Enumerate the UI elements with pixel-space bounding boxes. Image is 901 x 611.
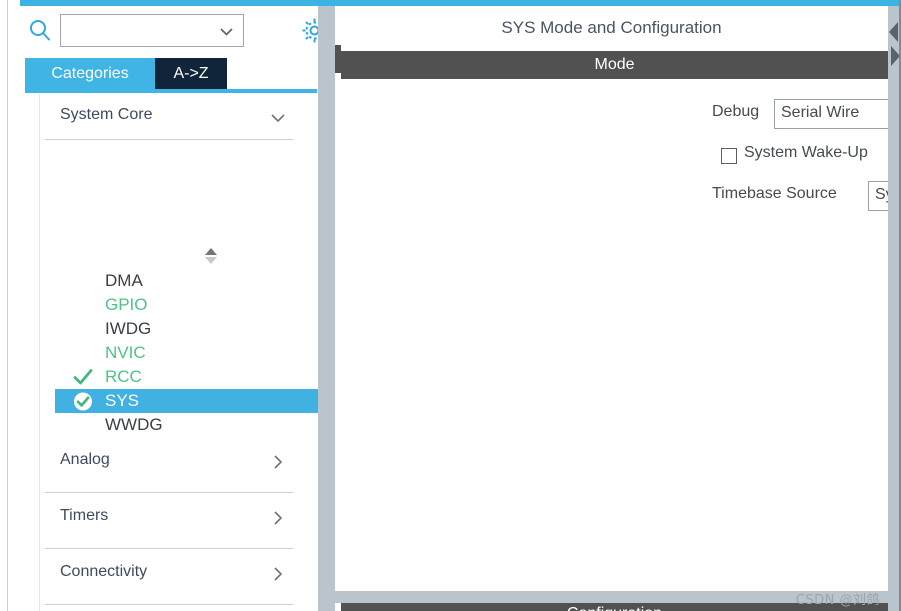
chevron-right-icon[interactable] bbox=[269, 565, 287, 583]
tree-group-label: Analog bbox=[60, 451, 110, 468]
timebase-source-select[interactable]: SysTick bbox=[868, 181, 888, 211]
tab-a-to-z[interactable]: A->Z bbox=[155, 58, 227, 89]
gear-icon[interactable] bbox=[301, 17, 318, 44]
tree-group-system-core[interactable]: System Core bbox=[40, 94, 318, 140]
tree-item-nvic[interactable]: NVIC bbox=[55, 341, 318, 365]
tree-group-label: Connectivity bbox=[60, 563, 148, 580]
tree-view-tabs: Categories A->Z bbox=[9, 58, 318, 93]
mode-section-header-left-cap bbox=[335, 45, 341, 73]
tree-item-sys[interactable]: SYS bbox=[55, 389, 318, 413]
component-tree-panel: Categories A->Z System Core DMA GPIO IWD… bbox=[9, 6, 318, 611]
tree-item-wwdg[interactable]: WWDG bbox=[55, 413, 318, 437]
tree-scroll-nub[interactable] bbox=[202, 246, 220, 266]
chevron-down-icon[interactable] bbox=[269, 109, 287, 127]
tab-categories[interactable]: Categories bbox=[25, 58, 155, 89]
search-row bbox=[9, 8, 318, 52]
tree-group-timers[interactable]: Timers bbox=[40, 493, 318, 549]
tab-active-underline bbox=[25, 89, 317, 93]
tree-item-dma[interactable]: DMA bbox=[55, 269, 318, 293]
search-combobox[interactable] bbox=[60, 14, 244, 47]
tree-item-label: SYS bbox=[105, 391, 140, 410]
tree-item-label: DMA bbox=[105, 271, 143, 290]
tree-item-rcc[interactable]: RCC bbox=[55, 365, 318, 389]
mode-section-header: Mode bbox=[341, 51, 888, 79]
check-icon bbox=[73, 368, 93, 387]
debug-label: Debug bbox=[712, 103, 760, 120]
divider bbox=[45, 604, 293, 605]
divider bbox=[45, 139, 293, 140]
timebase-source-value: SysTick bbox=[875, 186, 888, 203]
tree-item-label: IWDG bbox=[105, 319, 152, 338]
tree-group-label: System Core bbox=[60, 106, 153, 123]
configuration-panel: SYS Mode and Configuration Mode Debug Se… bbox=[335, 6, 888, 611]
window-left-gutter bbox=[0, 0, 8, 611]
tree-item-label: WWDG bbox=[105, 415, 163, 434]
page-title: SYS Mode and Configuration bbox=[335, 6, 888, 50]
check-circle-icon bbox=[73, 392, 93, 411]
search-icon bbox=[28, 18, 52, 42]
tree-group-analog[interactable]: Analog bbox=[40, 437, 318, 493]
timebase-source-label: Timebase Source bbox=[712, 185, 837, 202]
system-wake-up-label: System Wake-Up bbox=[744, 144, 868, 161]
tree-group-label: Timers bbox=[60, 507, 109, 524]
search-input[interactable] bbox=[66, 19, 225, 44]
collapsed-group-list: Analog Timers Connectivity bbox=[40, 437, 318, 605]
component-tree: System Core DMA GPIO IWDG NVIC RCC SYS W… bbox=[39, 94, 318, 611]
debug-value: Serial Wire bbox=[781, 104, 860, 121]
debug-select[interactable]: Serial Wire bbox=[774, 99, 888, 129]
tree-item-list: DMA GPIO IWDG NVIC RCC SYS WWDG bbox=[40, 269, 318, 437]
chevron-right-icon[interactable] bbox=[269, 453, 287, 471]
tree-item-label: NVIC bbox=[105, 343, 146, 362]
system-wake-up-checkbox[interactable] bbox=[721, 148, 737, 164]
tree-item-gpio[interactable]: GPIO bbox=[55, 293, 318, 317]
chevron-down-icon[interactable] bbox=[219, 24, 234, 39]
chevron-right-icon[interactable] bbox=[269, 509, 287, 527]
tree-item-label: RCC bbox=[105, 367, 142, 386]
mode-form: Debug Serial Wire System Wake-Up Timebas… bbox=[335, 81, 888, 591]
watermark: CSDN @刘鸽 bbox=[795, 593, 880, 608]
tree-group-connectivity[interactable]: Connectivity bbox=[40, 549, 318, 605]
tree-item-label: GPIO bbox=[105, 295, 148, 314]
tree-item-iwdg[interactable]: IWDG bbox=[55, 317, 318, 341]
panel-splitter[interactable] bbox=[318, 6, 335, 611]
